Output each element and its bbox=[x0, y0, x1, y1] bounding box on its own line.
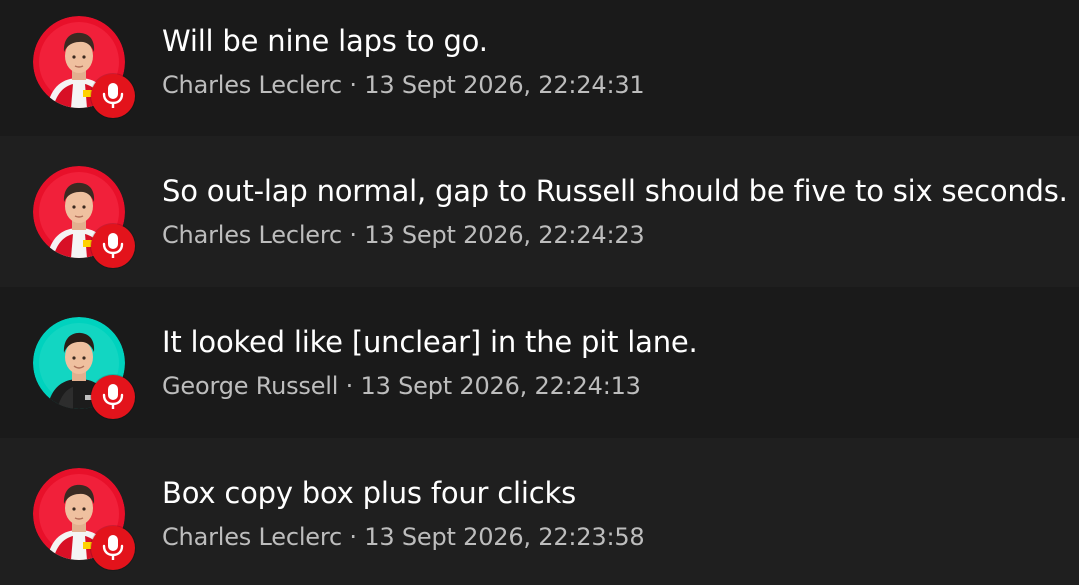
message-meta: George Russell · 13 Sept 2026, 22:24:13 bbox=[162, 372, 641, 400]
radio-message-feed: Will be nine laps to go. Charles Leclerc… bbox=[0, 0, 1079, 585]
microphone-icon bbox=[91, 375, 135, 419]
driver-avatar-container bbox=[33, 166, 137, 270]
meta-separator: · bbox=[342, 221, 365, 249]
driver-name: Charles Leclerc bbox=[162, 71, 342, 99]
message-timestamp: 13 Sept 2026, 22:23:58 bbox=[364, 523, 645, 551]
driver-name: Charles Leclerc bbox=[162, 523, 342, 551]
message-meta: Charles Leclerc · 13 Sept 2026, 22:24:31 bbox=[162, 71, 645, 99]
message-text: Box copy box plus four clicks bbox=[162, 476, 576, 510]
radio-message-item[interactable]: Box copy box plus four clicks Charles Le… bbox=[0, 438, 1079, 585]
meta-separator: · bbox=[338, 372, 361, 400]
radio-message-item[interactable]: It looked like [unclear] in the pit lane… bbox=[0, 287, 1079, 438]
microphone-icon bbox=[91, 74, 135, 118]
message-timestamp: 13 Sept 2026, 22:24:13 bbox=[360, 372, 641, 400]
message-text: Will be nine laps to go. bbox=[162, 24, 488, 58]
radio-message-item[interactable]: Will be nine laps to go. Charles Leclerc… bbox=[0, 0, 1079, 136]
message-timestamp: 13 Sept 2026, 22:24:23 bbox=[364, 221, 645, 249]
meta-separator: · bbox=[342, 523, 365, 551]
message-meta: Charles Leclerc · 13 Sept 2026, 22:23:58 bbox=[162, 523, 645, 551]
message-timestamp: 13 Sept 2026, 22:24:31 bbox=[364, 71, 645, 99]
message-text: So out-lap normal, gap to Russell should… bbox=[162, 174, 1068, 208]
microphone-icon bbox=[91, 224, 135, 268]
driver-avatar-container bbox=[33, 468, 137, 572]
radio-message-item[interactable]: So out-lap normal, gap to Russell should… bbox=[0, 136, 1079, 287]
microphone-icon bbox=[91, 526, 135, 570]
message-meta: Charles Leclerc · 13 Sept 2026, 22:24:23 bbox=[162, 221, 645, 249]
driver-avatar-container bbox=[33, 16, 137, 120]
message-text: It looked like [unclear] in the pit lane… bbox=[162, 325, 698, 359]
driver-name: Charles Leclerc bbox=[162, 221, 342, 249]
meta-separator: · bbox=[342, 71, 365, 99]
driver-avatar-container bbox=[33, 317, 137, 421]
driver-name: George Russell bbox=[162, 372, 339, 400]
